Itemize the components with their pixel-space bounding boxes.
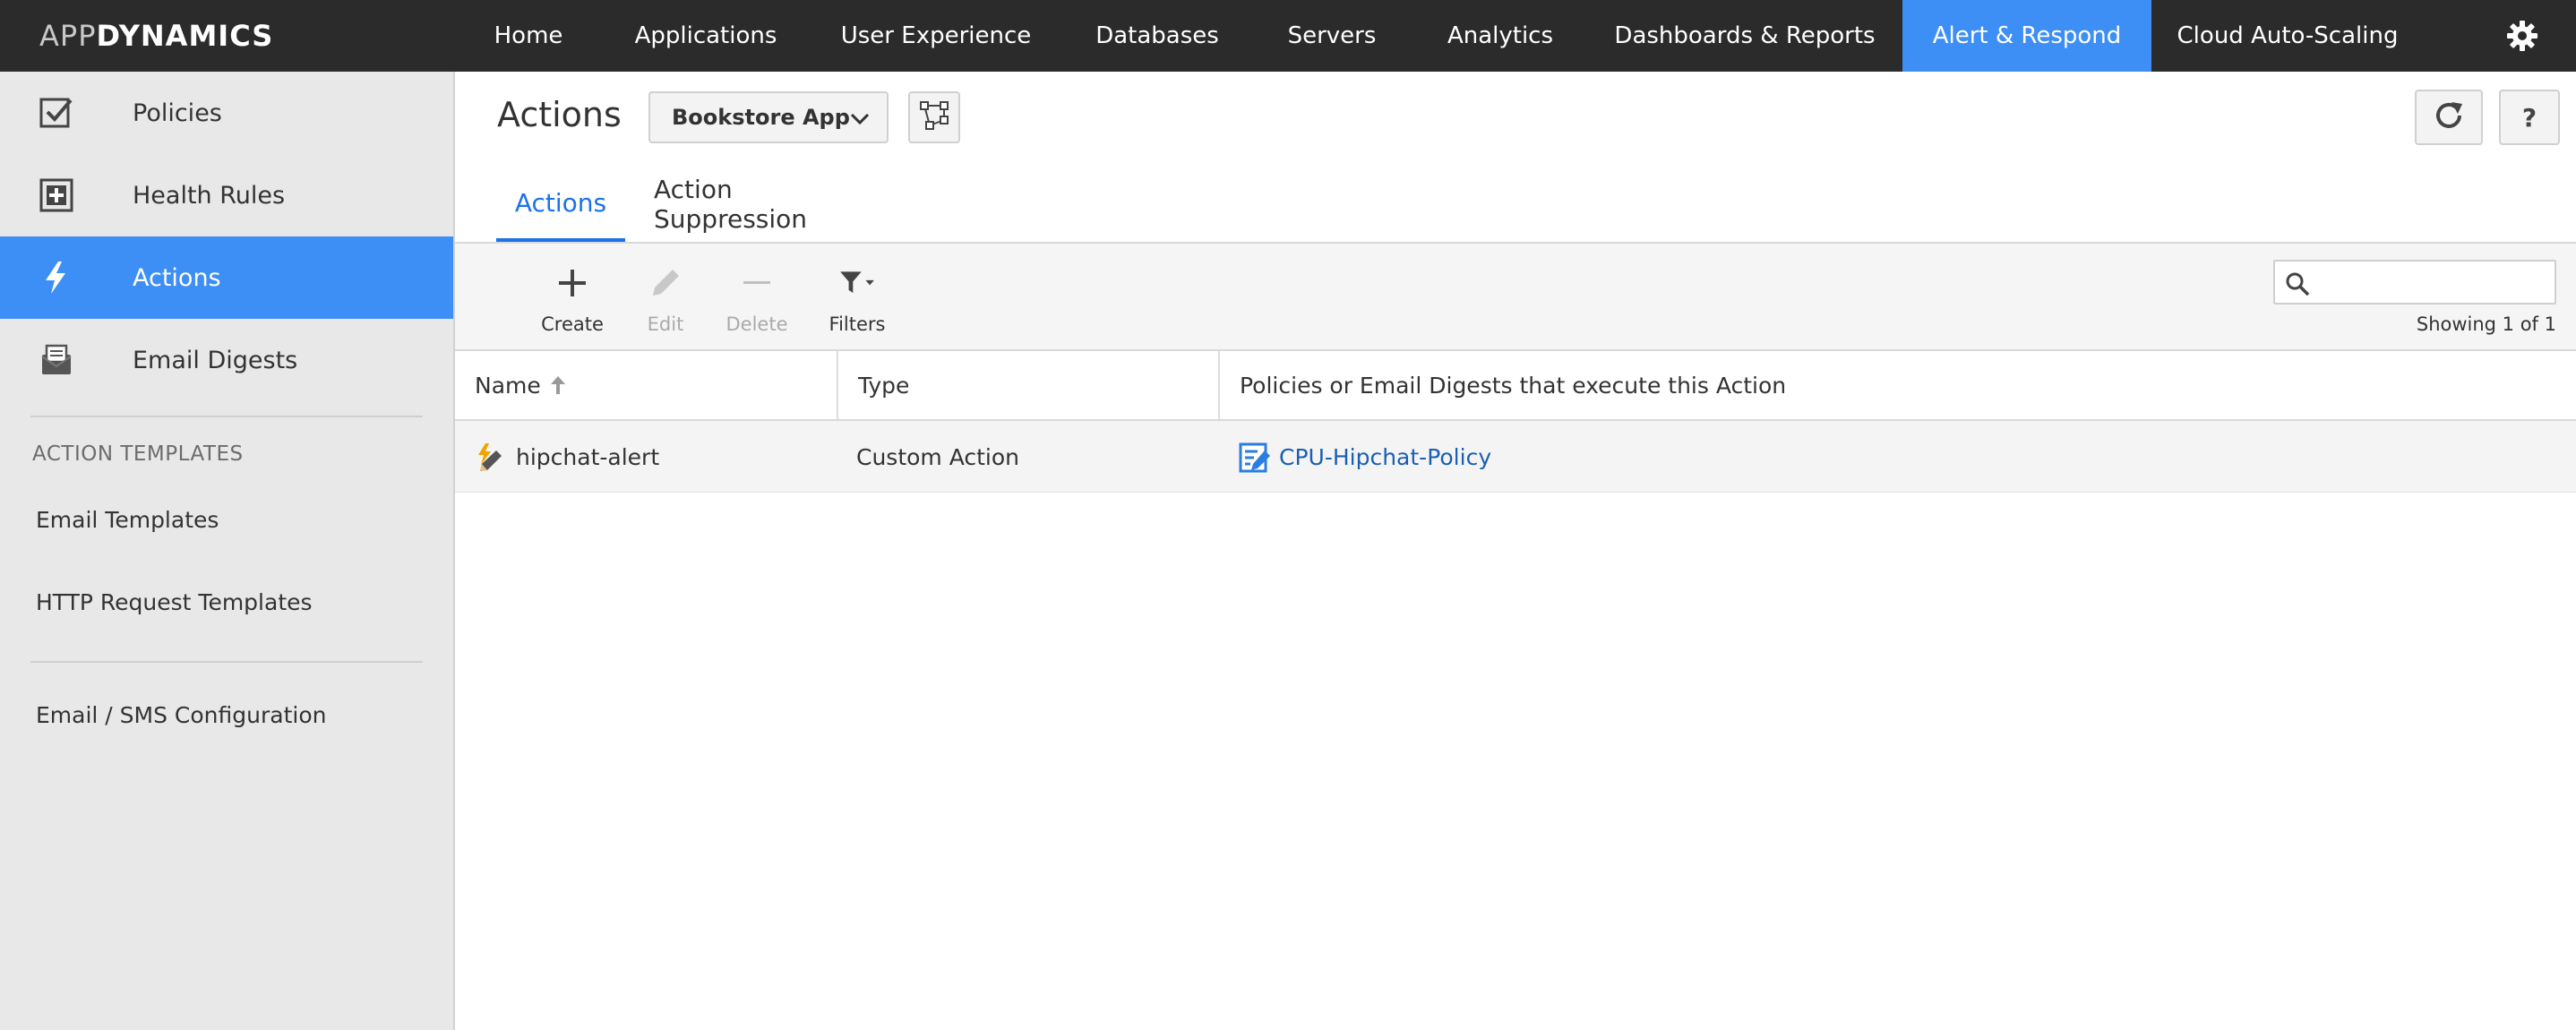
filter-icon xyxy=(837,263,877,303)
gear-icon[interactable] xyxy=(2506,20,2538,52)
result-count: Showing 1 of 1 xyxy=(2416,313,2556,335)
nav-home[interactable]: Home xyxy=(475,0,582,72)
sidebar-divider xyxy=(30,416,423,417)
sidebar-item-label: Actions xyxy=(133,263,221,292)
search-field[interactable] xyxy=(2273,260,2556,305)
search-icon xyxy=(2284,270,2311,297)
appdynamics-logo[interactable]: APP DYNAMICS xyxy=(39,0,273,72)
delete-label: Delete xyxy=(726,313,788,335)
help-button[interactable]: ? xyxy=(2499,90,2560,145)
nav-servers[interactable]: Servers xyxy=(1277,0,1387,72)
checkbox-icon xyxy=(38,94,75,132)
pencil-icon xyxy=(646,263,685,303)
table-row[interactable]: hipchat-alert Custom Action CPU-Hipchat-… xyxy=(455,421,2576,493)
column-header-type[interactable]: Type xyxy=(838,351,1218,419)
application-selector[interactable]: Bookstore App xyxy=(648,91,889,143)
tab-action-suppression[interactable]: Action Suppression xyxy=(654,167,889,242)
minus-icon xyxy=(737,263,777,303)
sidebar-divider xyxy=(30,661,423,663)
sidebar-item-label: Email Digests xyxy=(133,346,298,374)
policy-icon xyxy=(1238,421,1272,493)
actions-toolbar: Create Edit Delete Filters xyxy=(455,244,2576,351)
logo-dynamics-text: DYNAMICS xyxy=(96,19,274,53)
nav-user-experience[interactable]: User Experience xyxy=(833,0,1039,72)
action-name-cell: hipchat-alert xyxy=(516,443,660,470)
column-header-policies[interactable]: Policies or Email Digests that execute t… xyxy=(1220,351,2576,419)
lightning-icon xyxy=(38,259,75,296)
create-label: Create xyxy=(541,313,604,335)
sidebar-link-email-sms-configuration[interactable]: Email / SMS Configuration xyxy=(36,702,326,728)
logo-app-text: APP xyxy=(39,19,97,53)
column-header-name[interactable]: Name xyxy=(455,351,837,419)
sidebar-item-policies[interactable]: Policies xyxy=(0,72,453,154)
sidebar-link-http-request-templates[interactable]: HTTP Request Templates xyxy=(36,589,313,615)
refresh-icon xyxy=(2432,99,2466,136)
sort-ascending-icon xyxy=(550,374,566,396)
refresh-button[interactable] xyxy=(2415,90,2483,145)
sidebar-item-health-rules[interactable]: Health Rules xyxy=(0,154,453,236)
sidebar-item-label: Policies xyxy=(133,99,222,127)
column-header-label: Name xyxy=(475,372,541,399)
sidebar-item-label: Health Rules xyxy=(133,181,286,210)
edit-label: Edit xyxy=(647,313,684,335)
sidebar: Policies Health Rules Actions Email Dige… xyxy=(0,72,455,1030)
plus-square-icon xyxy=(38,176,75,214)
edit-button[interactable]: Edit xyxy=(625,244,706,349)
custom-action-icon xyxy=(473,421,503,493)
nav-analytics[interactable]: Analytics xyxy=(1433,0,1567,72)
nav-alert-respond[interactable]: Alert & Respond xyxy=(1902,0,2151,72)
table-header: Name Type Policies or Email Digests that… xyxy=(455,351,2576,421)
sidebar-item-email-digests[interactable]: Email Digests xyxy=(0,319,453,401)
page-title: Actions xyxy=(497,95,622,134)
nav-cloud-auto-scaling[interactable]: Cloud Auto-Scaling xyxy=(2177,0,2399,72)
filters-button[interactable]: Filters xyxy=(817,244,897,349)
search-input[interactable] xyxy=(2318,265,2549,299)
application-selector-value: Bookstore App xyxy=(672,105,850,130)
chevron-down-icon xyxy=(849,107,871,129)
tab-actions[interactable]: Actions xyxy=(496,167,625,242)
policy-link[interactable]: CPU-Hipchat-Policy xyxy=(1279,421,1491,493)
flowmap-icon xyxy=(919,100,949,134)
sidebar-link-email-templates[interactable]: Email Templates xyxy=(36,507,219,533)
nav-applications[interactable]: Applications xyxy=(618,0,794,72)
filters-label: Filters xyxy=(829,313,886,335)
action-type-cell: Custom Action xyxy=(856,443,1020,470)
plus-icon xyxy=(553,263,592,303)
delete-button[interactable]: Delete xyxy=(717,244,797,349)
email-digest-icon xyxy=(38,341,75,379)
flowmap-button[interactable] xyxy=(908,91,960,143)
nav-databases[interactable]: Databases xyxy=(1084,0,1231,72)
top-navigation-bar: APP DYNAMICS Home Applications User Exper… xyxy=(0,0,2576,72)
sidebar-item-actions[interactable]: Actions xyxy=(0,236,453,319)
action-templates-header: ACTION TEMPLATES xyxy=(32,442,244,466)
nav-dashboards-reports[interactable]: Dashboards & Reports xyxy=(1612,0,1877,72)
create-button[interactable]: Create xyxy=(532,244,613,349)
